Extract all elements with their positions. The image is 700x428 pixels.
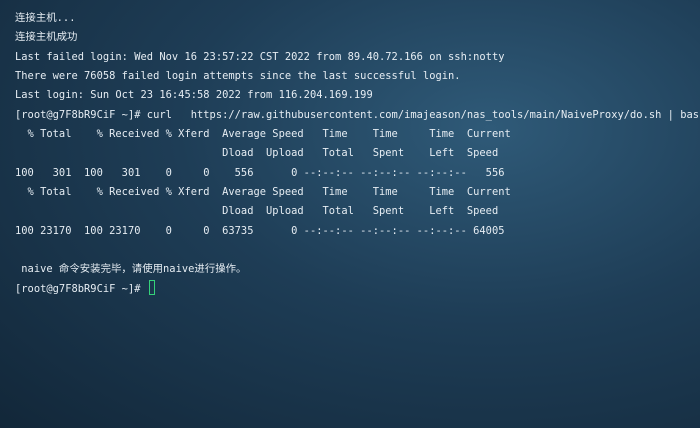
terminal-prompt-line[interactable]: [root@g7F8bR9CiF ~]# [15, 279, 700, 299]
terminal-prompt: [root@g7F8bR9CiF ~]# [15, 282, 147, 295]
terminal-line: 100 301 100 301 0 0 556 0 --:--:-- --:--… [15, 166, 505, 179]
terminal-line: Last login: Sun Oct 23 16:45:58 2022 fro… [15, 89, 373, 102]
terminal-line: naive 命令安装完毕，请使用naive进行操作。 [15, 263, 247, 276]
terminal-line: % Total % Received % Xferd Average Speed… [15, 186, 511, 199]
terminal-window[interactable]: 连接主机... 连接主机成功 Last failed login: Wed No… [0, 0, 700, 428]
terminal-cursor [148, 279, 155, 295]
terminal-line: 连接主机... [15, 12, 76, 24]
terminal-line: There were 76058 failed login attempts s… [15, 70, 461, 83]
terminal-line: [root@g7F8bR9CiF ~]# curl https://raw.gi… [15, 108, 700, 121]
terminal-line: 连接主机成功 [15, 31, 78, 44]
terminal-line: Last failed login: Wed Nov 16 23:57:22 C… [15, 50, 505, 63]
terminal-line: Dload Upload Total Spent Left Speed [15, 205, 499, 218]
terminal-line: % Total % Received % Xferd Average Speed… [15, 128, 511, 141]
terminal-line: 100 23170 100 23170 0 0 63735 0 --:--:--… [15, 224, 505, 237]
terminal-line: Dload Upload Total Spent Left Speed [15, 147, 499, 160]
